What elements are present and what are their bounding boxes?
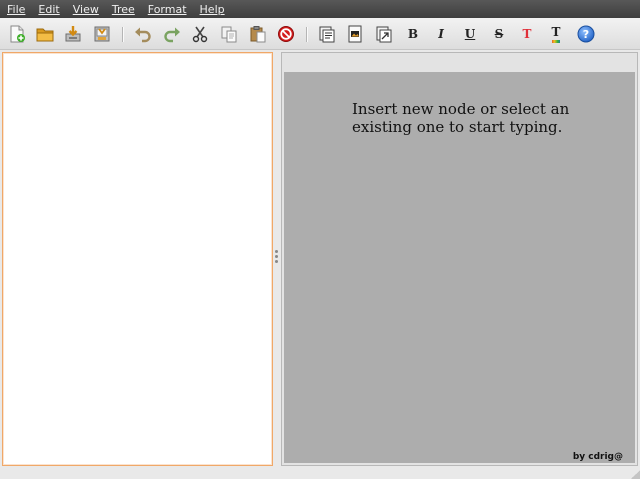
help-icon: ? <box>577 25 595 43</box>
insert-link-button[interactable] <box>375 25 393 43</box>
copy-button[interactable] <box>220 25 238 43</box>
cut-button[interactable] <box>191 25 209 43</box>
pane-splitter[interactable] <box>273 52 281 466</box>
insert-node-icon <box>319 26 335 43</box>
highlight-color-icon: T <box>551 25 561 43</box>
strikethrough-button[interactable]: S <box>490 25 508 43</box>
statusbar <box>0 467 640 479</box>
menu-format[interactable]: Format <box>148 3 187 16</box>
help-glyph: ? <box>583 28 589 41</box>
text-color-icon: T <box>522 27 532 41</box>
paste-icon <box>250 26 266 43</box>
save-button[interactable] <box>64 25 82 43</box>
underline-button[interactable]: U <box>461 25 479 43</box>
toolbar: B I U S T T ? <box>0 18 640 50</box>
insert-node-button[interactable] <box>318 25 336 43</box>
save-icon <box>65 26 81 42</box>
menu-help[interactable]: Help <box>200 3 225 16</box>
resize-grip-icon[interactable] <box>630 469 640 479</box>
redo-button[interactable] <box>163 25 181 43</box>
strikethrough-icon: S <box>494 27 504 41</box>
bold-icon: B <box>407 27 419 41</box>
open-folder-icon <box>36 28 54 42</box>
text-color-button[interactable]: T <box>518 25 536 43</box>
menu-file[interactable]: File <box>7 3 25 16</box>
insert-image-icon <box>348 25 362 43</box>
delete-icon <box>278 26 294 42</box>
menu-edit[interactable]: Edit <box>38 3 59 16</box>
delete-button[interactable] <box>277 25 295 43</box>
splitter-grip-icon <box>275 250 278 263</box>
redo-icon <box>164 27 180 43</box>
menu-tree[interactable]: Tree <box>112 3 135 16</box>
save-as-icon <box>94 26 110 42</box>
editor-pane: Insert new node or select an existing on… <box>281 52 638 466</box>
help-button[interactable]: ? <box>577 25 595 43</box>
undo-icon <box>135 27 151 43</box>
tree-view[interactable] <box>2 52 273 466</box>
copy-icon <box>221 26 237 43</box>
toolbar-separator <box>306 27 307 42</box>
insert-link-icon <box>376 26 392 43</box>
new-file-icon <box>10 25 25 43</box>
undo-button[interactable] <box>134 25 152 43</box>
editor-area[interactable]: Insert new node or select an existing on… <box>284 72 635 463</box>
paste-button[interactable] <box>249 25 267 43</box>
new-file-button[interactable] <box>8 25 26 43</box>
credit-label: by cdrig@ <box>572 452 623 462</box>
menu-view[interactable]: View <box>73 3 99 16</box>
italic-icon: I <box>438 27 444 41</box>
bold-button[interactable]: B <box>404 25 422 43</box>
save-as-button[interactable] <box>93 25 111 43</box>
insert-image-button[interactable] <box>346 25 364 43</box>
open-button[interactable] <box>36 25 54 43</box>
editor-hint-text: Insert new node or select an existing on… <box>352 100 570 136</box>
highlight-color-button[interactable]: T <box>547 25 565 43</box>
italic-button[interactable]: I <box>432 25 450 43</box>
underline-icon: U <box>464 27 476 41</box>
toolbar-separator <box>122 27 123 42</box>
cut-icon <box>192 26 208 43</box>
menubar: File Edit View Tree Format Help <box>0 0 640 18</box>
